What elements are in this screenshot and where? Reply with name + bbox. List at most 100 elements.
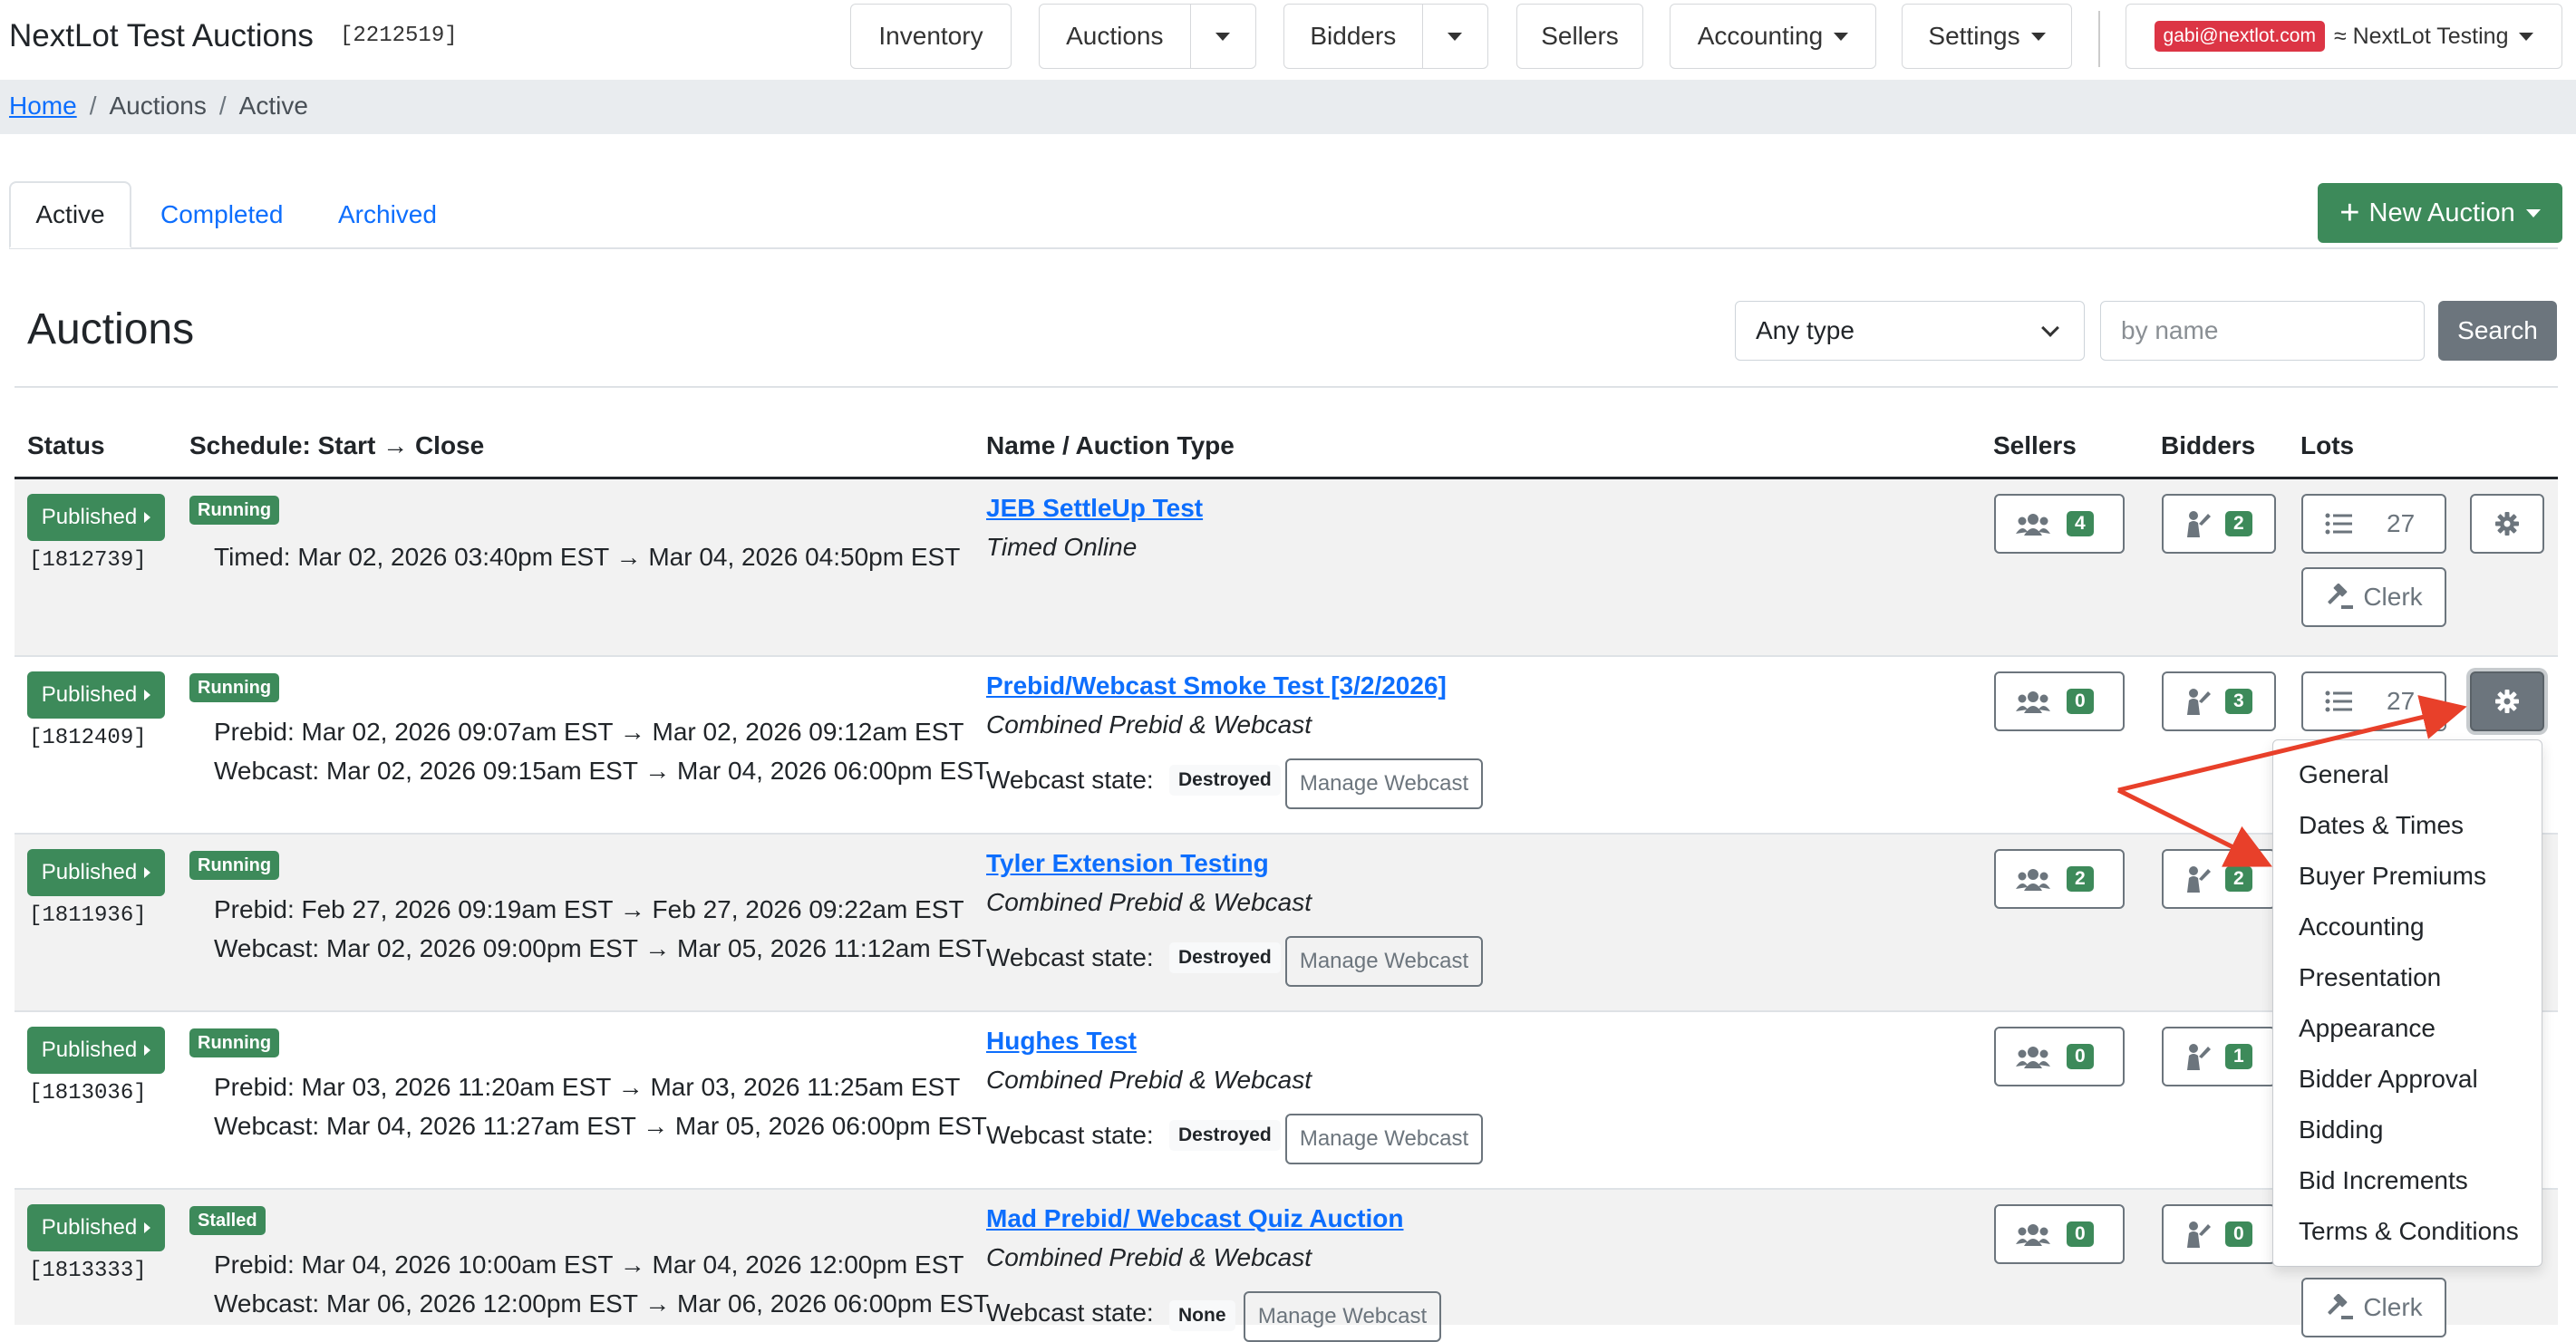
- bidders-dropdown-toggle[interactable]: [1423, 5, 1487, 68]
- state-badge: Running: [189, 1028, 280, 1057]
- published-status-button[interactable]: Published: [27, 849, 165, 896]
- clerk-label: Clerk: [2363, 583, 2423, 611]
- inventory-label: Inventory: [878, 22, 983, 50]
- menu-item-buyer-premiums[interactable]: Buyer Premiums: [2299, 862, 2486, 891]
- published-status-button[interactable]: Published: [27, 671, 165, 719]
- bidders-count-button[interactable]: 2: [2162, 849, 2276, 909]
- auction-type: Timed Online: [986, 533, 1138, 561]
- auctions-dropdown-toggle[interactable]: [1191, 5, 1255, 68]
- auctions-button[interactable]: Auctions: [1040, 5, 1191, 68]
- auction-type: Combined Prebid & Webcast: [986, 888, 1312, 916]
- menu-item-general[interactable]: General: [2299, 760, 2389, 789]
- auction-name-link[interactable]: Prebid/Webcast Smoke Test [3/2/2026]: [986, 671, 1447, 700]
- sellers-label: Sellers: [1541, 22, 1619, 50]
- plus-icon: +: [2339, 194, 2360, 232]
- column-status: Status: [27, 431, 105, 459]
- gavel-icon: [2328, 1294, 2354, 1319]
- menu-item-bidding[interactable]: Bidding: [2299, 1115, 2383, 1144]
- auction-name-link[interactable]: Hughes Test: [986, 1027, 1137, 1056]
- menu-item-terms-conditions[interactable]: Terms & Conditions: [2299, 1217, 2519, 1246]
- schedule-line: Prebid: Mar 02, 2026 09:07am EST → Mar 0…: [214, 718, 964, 746]
- status-label: Published: [41, 860, 138, 884]
- column-schedule: Schedule: Start → Close: [189, 431, 485, 459]
- column-name-type: Name / Auction Type: [986, 431, 1235, 459]
- bidders-label: Bidders: [1310, 22, 1397, 50]
- bidders-button[interactable]: Bidders: [1284, 5, 1423, 68]
- auction-type-select[interactable]: Any type: [1735, 301, 2085, 361]
- breadcrumb-home-link[interactable]: Home: [9, 92, 77, 120]
- auction-name-link[interactable]: Tyler Extension Testing: [986, 849, 1269, 878]
- menu-item-bidder-approval[interactable]: Bidder Approval: [2299, 1065, 2478, 1094]
- caret-right-icon: [144, 1222, 151, 1233]
- auction-name-link[interactable]: Mad Prebid/ Webcast Quiz Auction: [986, 1204, 1404, 1233]
- bidders-count-button[interactable]: 1: [2162, 1027, 2276, 1086]
- bidders-count-button[interactable]: 3: [2162, 671, 2276, 731]
- navbar-divider: [2098, 11, 2100, 67]
- search-button[interactable]: Search: [2438, 301, 2557, 361]
- clerk-button[interactable]: Clerk: [2301, 567, 2446, 627]
- menu-item-presentation[interactable]: Presentation: [2299, 963, 2441, 992]
- auction-type-value: Any type: [1756, 316, 1855, 344]
- auction-type: Combined Prebid & Webcast: [986, 710, 1312, 739]
- bidders-count-button[interactable]: 2: [2162, 494, 2276, 554]
- sellers-count-button[interactable]: 0: [1994, 1204, 2125, 1264]
- new-auction-label: New Auction: [2368, 198, 2515, 227]
- tab-completed[interactable]: Completed: [160, 181, 283, 248]
- schedule-line: Prebid: Feb 27, 2026 09:19am EST → Feb 2…: [214, 895, 964, 923]
- menu-item-appearance[interactable]: Appearance: [2299, 1014, 2436, 1043]
- auction-id: [1811936]: [29, 903, 147, 928]
- settings-dropdown[interactable]: Settings: [1902, 4, 2072, 69]
- clerk-button[interactable]: Clerk: [2301, 1278, 2446, 1337]
- sellers-count-button[interactable]: 4: [1994, 494, 2125, 554]
- auction-settings-button-open[interactable]: [2470, 671, 2544, 731]
- webcast-state-badge: Destroyed: [1169, 765, 1281, 796]
- clerk-label: Clerk: [2363, 1293, 2423, 1321]
- caret-right-icon: [144, 867, 151, 878]
- menu-item-accounting[interactable]: Accounting: [2299, 912, 2425, 941]
- bidder-icon: [2187, 1044, 2211, 1070]
- sellers-count-button[interactable]: 0: [1994, 671, 2125, 731]
- published-status-button[interactable]: Published: [27, 1204, 165, 1251]
- lots-count: 27: [2387, 687, 2416, 715]
- sellers-count-button[interactable]: 0: [1994, 1027, 2125, 1086]
- manage-webcast-button[interactable]: Manage Webcast: [1285, 1114, 1483, 1164]
- sellers-count: 0: [2067, 689, 2094, 714]
- sellers-count: 2: [2067, 866, 2094, 892]
- published-status-button[interactable]: Published: [27, 494, 165, 541]
- account-dropdown[interactable]: gabi@nextlot.com ≈ NextLot Testing: [2126, 4, 2562, 69]
- status-label: Published: [41, 682, 138, 707]
- auction-settings-button[interactable]: [2470, 494, 2544, 554]
- inventory-button[interactable]: Inventory: [850, 4, 1012, 69]
- bidders-count-button[interactable]: 0: [2162, 1204, 2276, 1264]
- name-search-input[interactable]: [2100, 301, 2425, 361]
- menu-item-dates-times[interactable]: Dates & Times: [2299, 811, 2464, 840]
- auctions-split-button: Auctions: [1039, 4, 1256, 69]
- bidder-icon: [2187, 866, 2211, 893]
- menu-item-bid-increments[interactable]: Bid Increments: [2299, 1166, 2468, 1195]
- caret-right-icon: [144, 512, 151, 523]
- breadcrumb-active: Active: [238, 92, 308, 120]
- table-row: Published [1813036] Running Prebid: Mar …: [15, 1012, 2558, 1190]
- sellers-button[interactable]: Sellers: [1516, 4, 1643, 69]
- manage-webcast-button[interactable]: Manage Webcast: [1285, 758, 1483, 809]
- manage-webcast-button[interactable]: Manage Webcast: [1285, 936, 1483, 987]
- auction-type: Combined Prebid & Webcast: [986, 1243, 1312, 1271]
- state-badge: Running: [189, 673, 280, 702]
- auction-name-link[interactable]: JEB SettleUp Test: [986, 494, 1203, 523]
- accounting-dropdown[interactable]: Accounting: [1670, 4, 1876, 69]
- users-icon: [2016, 1047, 2050, 1068]
- tab-archived[interactable]: Archived: [338, 181, 437, 248]
- lots-count-button[interactable]: 27: [2301, 494, 2446, 554]
- caret-down-icon: [1834, 32, 1849, 41]
- app-title[interactable]: NextLot Test Auctions: [9, 18, 314, 54]
- published-status-button[interactable]: Published: [27, 1027, 165, 1074]
- caret-down-icon: [2519, 32, 2534, 41]
- tab-active[interactable]: Active: [9, 181, 131, 248]
- column-sellers: Sellers: [1993, 431, 2077, 459]
- sellers-count: 0: [2067, 1221, 2094, 1247]
- sellers-count-button[interactable]: 2: [1994, 849, 2125, 909]
- table-row: Published [1811936] Running Prebid: Feb …: [15, 835, 2558, 1012]
- manage-webcast-button[interactable]: Manage Webcast: [1244, 1291, 1441, 1342]
- lots-count-button[interactable]: 27: [2301, 671, 2446, 731]
- new-auction-button[interactable]: + New Auction: [2318, 183, 2562, 243]
